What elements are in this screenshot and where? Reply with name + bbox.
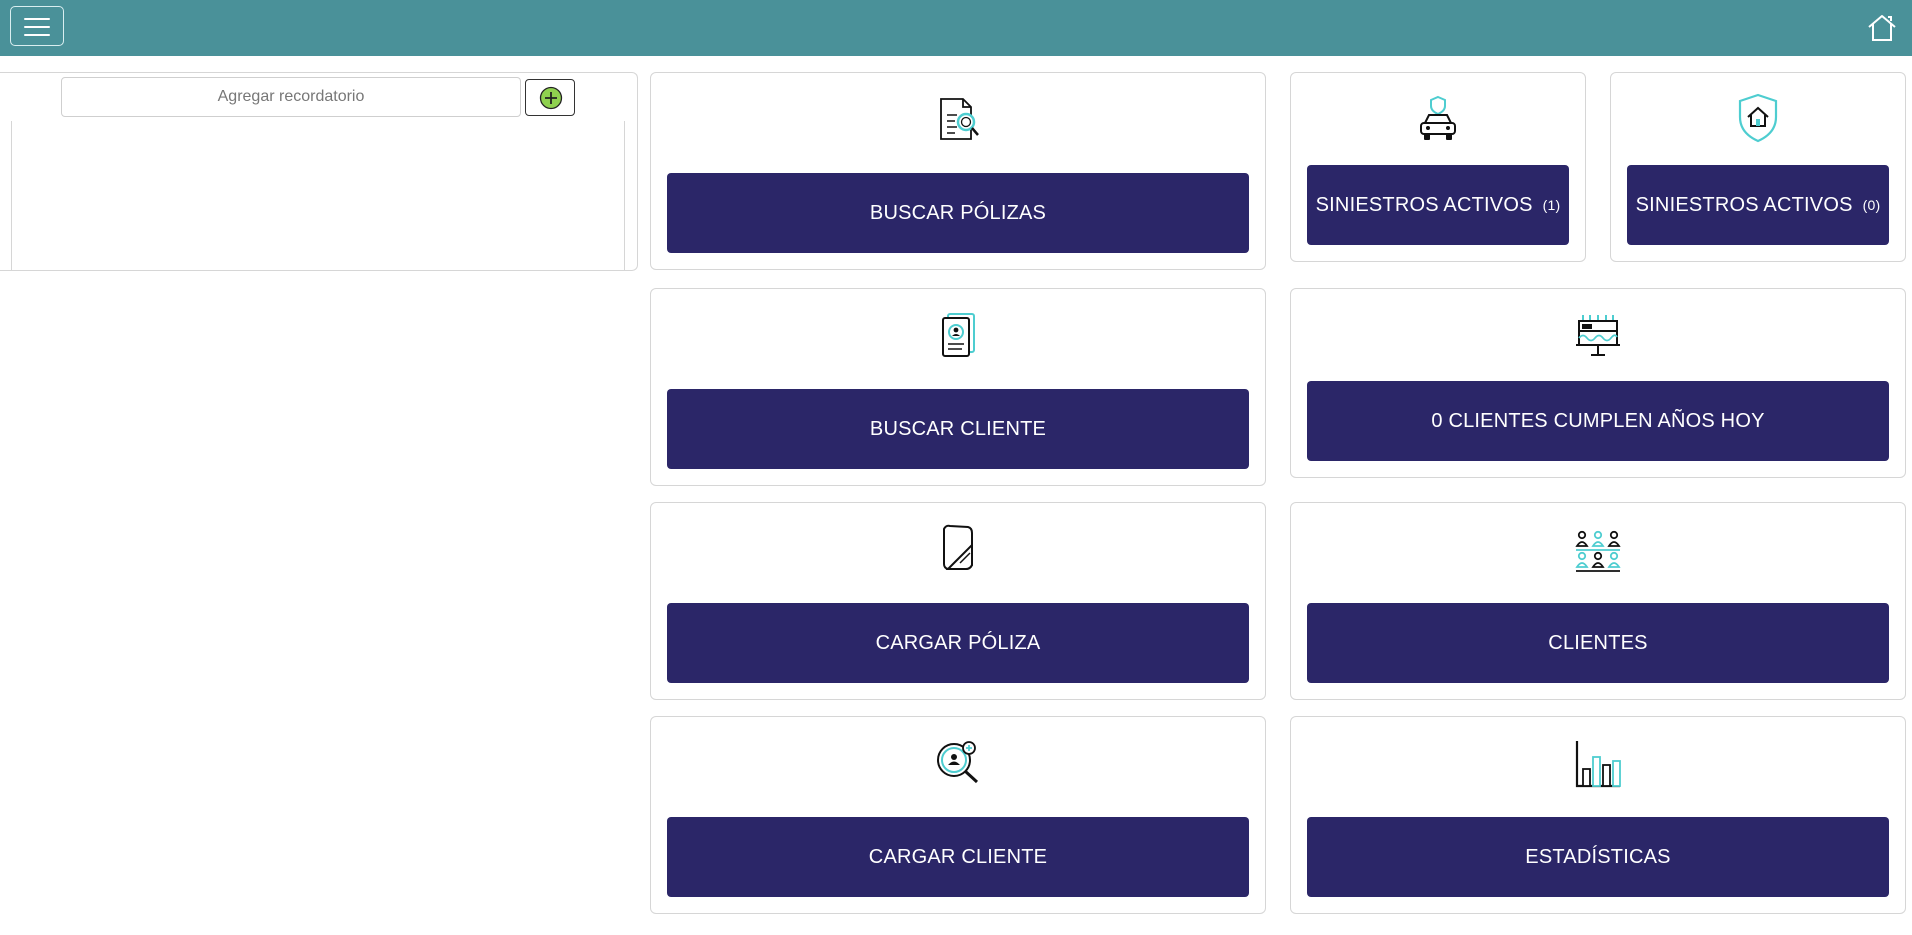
add-client-magnifier-icon	[937, 741, 979, 784]
card-cargar-cliente: CARGAR CLIENTE	[650, 716, 1266, 914]
card-cargar-poliza: CARGAR PÓLIZA	[650, 502, 1266, 700]
paper-upload-icon	[943, 524, 973, 570]
plus-circle-icon	[539, 86, 563, 110]
document-search-icon	[940, 98, 979, 140]
siniestros-label: SINIESTROS ACTIVOS	[1635, 193, 1853, 216]
hamburger-line	[24, 34, 50, 36]
people-group-icon	[1575, 530, 1621, 572]
cumpleanos-button[interactable]: 0 CLIENTES CUMPLEN AÑOS HOY	[1307, 381, 1889, 461]
home-icon	[1868, 15, 1896, 41]
card-siniestros-hogar: SINIESTROS ACTIVOS (0)	[1610, 72, 1906, 262]
birthday-cake-icon	[1576, 315, 1620, 356]
cargar-poliza-button[interactable]: CARGAR PÓLIZA	[667, 603, 1249, 683]
top-navbar	[0, 0, 1912, 56]
car-shield-icon	[1420, 95, 1456, 140]
hamburger-menu-icon	[24, 18, 50, 20]
add-reminder-button[interactable]	[525, 79, 575, 116]
card-cumpleanos: 0 CLIENTES CUMPLEN AÑOS HOY	[1290, 288, 1906, 478]
card-buscar-polizas: BUSCAR PÓLIZAS	[650, 72, 1266, 270]
clientes-button[interactable]: CLIENTES	[1307, 603, 1889, 683]
card-siniestros-auto: SINIESTROS ACTIVOS (1)	[1290, 72, 1586, 262]
hamburger-line	[24, 26, 50, 28]
cargar-cliente-button[interactable]: CARGAR CLIENTE	[667, 817, 1249, 897]
card-buscar-cliente: BUSCAR CLIENTE	[650, 288, 1266, 486]
buscar-polizas-button[interactable]: BUSCAR PÓLIZAS	[667, 173, 1249, 253]
client-card-icon	[942, 313, 975, 357]
home-shield-icon	[1738, 93, 1778, 143]
buscar-cliente-button[interactable]: BUSCAR CLIENTE	[667, 389, 1249, 469]
reminder-list	[11, 121, 625, 271]
home-button[interactable]	[1866, 12, 1898, 44]
card-estadisticas: ESTADÍSTICAS	[1290, 716, 1906, 914]
reminder-input[interactable]	[61, 77, 521, 117]
estadisticas-button[interactable]: ESTADÍSTICAS	[1307, 817, 1889, 897]
siniestros-count-badge: (0)	[1862, 197, 1881, 213]
bar-chart-icon	[1575, 741, 1621, 788]
menu-toggle-button[interactable]	[10, 6, 64, 46]
siniestros-activos-hogar-button[interactable]: SINIESTROS ACTIVOS (0)	[1627, 165, 1889, 245]
siniestros-count-badge: (1)	[1542, 197, 1561, 213]
card-clientes: CLIENTES	[1290, 502, 1906, 700]
siniestros-activos-auto-button[interactable]: SINIESTROS ACTIVOS (1)	[1307, 165, 1569, 245]
siniestros-label: SINIESTROS ACTIVOS	[1315, 193, 1533, 216]
